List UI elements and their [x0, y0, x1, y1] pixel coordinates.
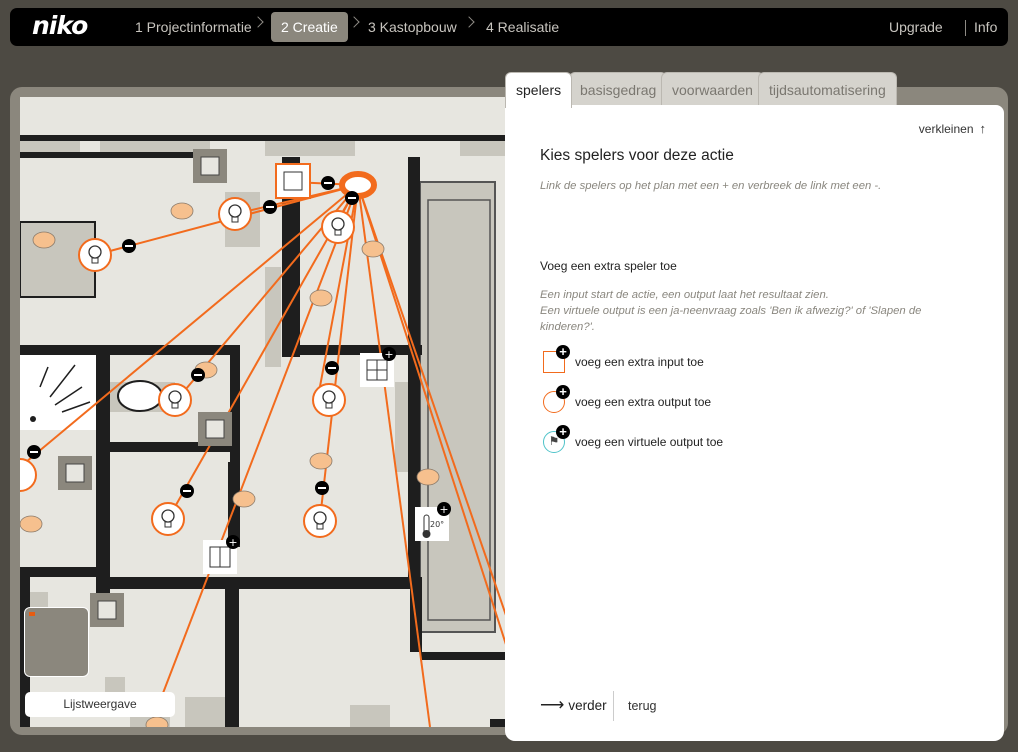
collapse-panel-link[interactable]: verkleinen ↑ [919, 121, 986, 136]
step-4-realisatie[interactable]: 4 Realisatie [476, 12, 569, 42]
plus-icon: + [556, 385, 570, 399]
tab-tijdsautomatisering[interactable]: tijdsautomatisering [758, 72, 897, 106]
svg-text:+: + [439, 503, 448, 516]
actions-panel: verkleinen ↑ Kies spelers voor deze actie… [505, 105, 1004, 741]
back-button[interactable]: terug [628, 699, 657, 713]
selected-input-switch [275, 163, 311, 199]
list-view-button[interactable]: Lijstweergave [25, 692, 175, 717]
floor-plan-canvas[interactable]: 20° + + + [20, 97, 510, 727]
collapse-label: verkleinen [918, 122, 974, 136]
nav-divider [965, 20, 966, 36]
step-3-kastopbouw[interactable]: 3 Kastopbouw [358, 12, 467, 42]
tab-spelers[interactable]: spelers [505, 72, 573, 108]
upgrade-link[interactable]: Upgrade [889, 12, 943, 42]
add-player-section-title: Voeg een extra speler toe [540, 259, 677, 273]
minimap-viewport-marker [29, 612, 35, 616]
svg-text:+: + [384, 348, 393, 361]
top-navigation-bar: niko 1 Projectinformatie 2 Creatie 3 Kas… [10, 8, 1008, 46]
tab-voorwaarden[interactable]: voorwaarden [661, 72, 764, 106]
svg-text:+: + [228, 536, 237, 549]
footer-divider [613, 691, 614, 721]
plus-icon: + [556, 425, 570, 439]
selected-output-light [339, 171, 377, 199]
thermostat-value: 20° [430, 520, 444, 529]
step-1-projectinformatie[interactable]: 1 Projectinformatie [125, 12, 262, 42]
next-button[interactable]: ⟶ verder [540, 695, 607, 715]
arrow-right-icon: ⟶ [540, 695, 565, 714]
arrow-up-icon: ↑ [979, 121, 987, 136]
minimap[interactable] [24, 607, 89, 677]
niko-logo: niko [32, 11, 88, 40]
panel-title: Kies spelers voor deze actie [540, 147, 734, 164]
info-link[interactable]: Info [974, 12, 997, 42]
step-2-creatie[interactable]: 2 Creatie [271, 12, 348, 42]
plus-icon: + [556, 345, 570, 359]
panel-hint: Link de spelers op het plan met een + en… [540, 180, 882, 192]
tab-basisgedrag[interactable]: basisgedrag [569, 72, 668, 106]
add-player-description: Een input start de actie, een output laa… [540, 289, 922, 333]
